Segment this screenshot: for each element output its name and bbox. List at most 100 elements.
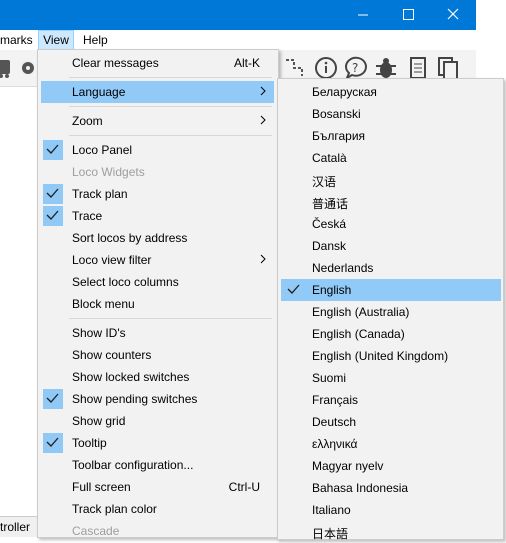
language-label: Nederlands: [312, 261, 374, 275]
menu-item-label: Loco view filter: [72, 253, 152, 267]
language-item-chinese[interactable]: 汉语: [281, 169, 501, 191]
menu-item-show-locked-switches[interactable]: Show locked switches: [41, 366, 274, 388]
language-item-english-uk[interactable]: English (United Kingdom): [281, 345, 501, 367]
shortcut-label: Alt-K: [233, 56, 260, 70]
language-item-hungarian[interactable]: Magyar nyelv: [281, 455, 501, 477]
menu-item-language[interactable]: Language: [41, 81, 274, 103]
menu-help[interactable]: Help: [80, 30, 117, 50]
menu-separator: [69, 318, 272, 319]
menu-item-block-menu[interactable]: Block menu: [41, 293, 274, 315]
menu-item-label: Full screen: [72, 480, 131, 494]
menu-item-label: Show ID's: [72, 326, 126, 340]
menu-item-loco-panel[interactable]: Loco Panel: [41, 139, 274, 161]
language-label: Dansk: [312, 239, 347, 253]
menu-item-show-pending-switches[interactable]: Show pending switches: [41, 388, 274, 410]
menu-separator: [69, 135, 272, 136]
language-label: Bahasa Indonesia: [312, 481, 409, 495]
menu-item-label: Clear messages: [72, 56, 159, 70]
minimize-button[interactable]: [340, 0, 386, 30]
menu-item-full-screen[interactable]: Full screen Ctrl-U: [41, 476, 274, 498]
menu-item-loco-view-filter[interactable]: Loco view filter: [41, 249, 274, 271]
language-label: Bosanski: [312, 107, 361, 121]
menu-view[interactable]: View: [38, 30, 74, 50]
language-item-english-australia[interactable]: English (Australia): [281, 301, 501, 323]
check-icon: [43, 389, 63, 409]
language-item-english-canada[interactable]: English (Canada): [281, 323, 501, 345]
title-bar: [0, 0, 478, 30]
chevron-right-icon: [260, 115, 266, 125]
language-label: България: [312, 129, 366, 143]
menu-separator: [69, 77, 272, 78]
menu-item-track-plan-color[interactable]: Track plan color: [41, 498, 274, 520]
language-item-catalan[interactable]: Català: [281, 147, 501, 169]
check-icon: [43, 206, 63, 226]
view-menu: Clear messages Alt-K Language Zoom Loco …: [37, 49, 279, 538]
loco-panel: [0, 87, 38, 536]
menu-item-label: Toolbar configuration...: [72, 458, 194, 472]
language-item-french[interactable]: Français: [281, 389, 501, 411]
menu-item-label: Tooltip: [72, 436, 107, 450]
menu-item-show-ids[interactable]: Show ID's: [41, 322, 274, 344]
menu-item-label: Track plan color: [72, 502, 157, 516]
language-item-indonesian[interactable]: Bahasa Indonesia: [281, 477, 501, 499]
language-item-mandarin[interactable]: 普通话: [281, 191, 501, 213]
maximize-icon: [403, 9, 414, 20]
menu-item-select-loco-columns[interactable]: Select loco columns: [41, 271, 274, 293]
maximize-button[interactable]: [385, 0, 431, 30]
menu-item-clear-messages[interactable]: Clear messages Alt-K: [41, 52, 274, 74]
language-item-danish[interactable]: Dansk: [281, 235, 501, 257]
status-label: troller: [0, 520, 31, 534]
menu-item-label: Language: [72, 85, 126, 99]
menu-item-label: Track plan: [72, 187, 128, 201]
language-item-german[interactable]: Deutsch: [281, 411, 501, 433]
menu-item-zoom[interactable]: Zoom: [41, 110, 274, 132]
language-item-finnish[interactable]: Suomi: [281, 367, 501, 389]
language-item-greek[interactable]: ελληνικά: [281, 433, 501, 455]
language-item-english[interactable]: English: [281, 279, 501, 301]
language-label: Česká: [312, 217, 347, 231]
language-label: English (Australia): [312, 305, 410, 319]
menu-item-label: Sort locos by address: [72, 231, 188, 245]
check-icon: [43, 140, 63, 160]
menu-item-show-counters[interactable]: Show counters: [41, 344, 274, 366]
language-submenu: Беларуская Bosanski България Català 汉语 普…: [277, 78, 504, 543]
menu-bookmarks[interactable]: marks: [0, 30, 38, 50]
close-button[interactable]: [430, 0, 476, 30]
menu-item-label: Loco Widgets: [72, 165, 145, 179]
menu-item-label: Loco Panel: [72, 143, 133, 157]
menu-item-label: Block menu: [72, 297, 135, 311]
language-label: English (United Kingdom): [312, 349, 449, 363]
shortcut-label: Ctrl-U: [228, 480, 260, 494]
menu-item-label: Show grid: [72, 414, 126, 428]
status-bar: troller: [0, 516, 38, 537]
language-item-belarusian[interactable]: Беларуская: [281, 81, 501, 103]
language-label: Suomi: [312, 371, 347, 385]
check-icon: [43, 184, 63, 204]
check-icon: [287, 284, 300, 294]
chevron-right-icon: [260, 86, 266, 96]
menu-item-loco-widgets: Loco Widgets: [41, 161, 274, 183]
menu-separator: [69, 106, 272, 107]
menu-item-toolbar-configuration[interactable]: Toolbar configuration...: [41, 454, 274, 476]
menu-item-track-plan[interactable]: Track plan: [41, 183, 274, 205]
minimize-icon: [358, 14, 368, 16]
menu-item-label: Zoom: [72, 114, 103, 128]
chevron-right-icon: [260, 254, 266, 264]
menu-item-show-grid[interactable]: Show grid: [41, 410, 274, 432]
language-item-bosnian[interactable]: Bosanski: [281, 103, 501, 125]
close-icon: [447, 8, 459, 20]
menu-item-label: Select loco columns: [72, 275, 179, 289]
language-item-italian[interactable]: Italiano: [281, 499, 501, 521]
svg-text:?: ?: [352, 61, 358, 75]
language-item-czech[interactable]: Česká: [281, 213, 501, 235]
menu-item-tooltip[interactable]: Tooltip: [41, 432, 274, 454]
menu-bar: marks View Help: [0, 30, 478, 50]
language-item-japanese[interactable]: 日本語: [281, 521, 501, 543]
language-label: Italiano: [312, 503, 351, 517]
menu-item-sort-locos[interactable]: Sort locos by address: [41, 227, 274, 249]
language-item-dutch[interactable]: Nederlands: [281, 257, 501, 279]
language-item-bulgarian[interactable]: България: [281, 125, 501, 147]
language-label: ελληνικά: [312, 437, 358, 451]
language-label: English (Canada): [312, 327, 405, 341]
menu-item-trace[interactable]: Trace: [41, 205, 274, 227]
